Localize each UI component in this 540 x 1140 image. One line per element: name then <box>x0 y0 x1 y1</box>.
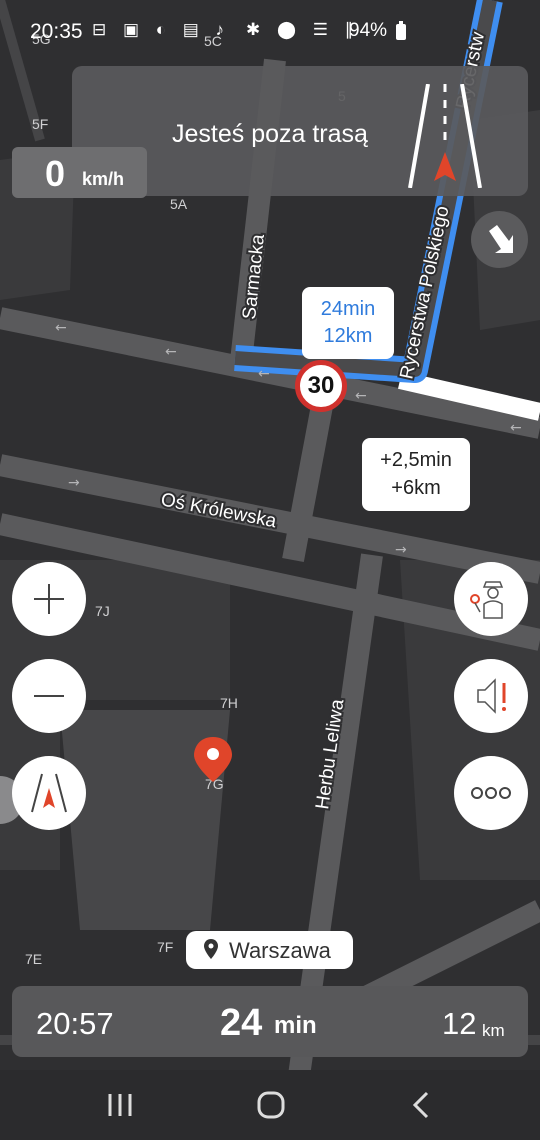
location-pin-icon <box>204 939 218 959</box>
route-distance: 12km <box>323 325 373 347</box>
current-speed: 0 km/h <box>12 147 147 198</box>
route-time: 24min <box>320 298 376 320</box>
zoom-in-icon <box>34 584 64 614</box>
svg-text:←: ← <box>258 366 270 382</box>
police-report-button[interactable] <box>454 562 528 636</box>
building-label: 7H <box>220 695 238 711</box>
notification-icons: ⊟ ▣ ◐ ▤ ♪ <box>92 20 231 39</box>
lane-view-button[interactable] <box>12 756 86 830</box>
svg-text:←: ← <box>165 344 177 360</box>
street-label: Oś Królewska <box>159 489 278 532</box>
alt-route-time: +2,5min <box>380 449 452 471</box>
alt-route-distance: +6km <box>391 477 441 499</box>
battery-level: 94% <box>349 20 388 41</box>
zoom-out-button[interactable] <box>12 659 86 733</box>
zoom-out-icon <box>34 695 64 697</box>
building-label: 7E <box>25 951 42 967</box>
speed-limit-sign: 30 <box>295 360 347 412</box>
lane-guidance-icon <box>408 84 482 188</box>
system-nav-bar <box>0 1070 540 1140</box>
alternative-route-bubble[interactable]: +2,5min +6km <box>362 438 470 511</box>
remaining-duration: 24 <box>220 1002 263 1044</box>
building-label: 7F <box>157 939 173 955</box>
banner-text: Jesteś poza trasą <box>172 120 368 148</box>
location-chip[interactable]: Warszawa <box>186 931 353 969</box>
battery-icon <box>396 21 406 40</box>
recent-apps-icon[interactable] <box>100 1088 140 1122</box>
speed-unit: km/h <box>82 169 125 189</box>
building-label: 5A <box>170 196 188 212</box>
more-options-button[interactable] <box>454 756 528 830</box>
compass-arrow-icon <box>489 225 513 253</box>
building-label: 7J <box>95 603 110 619</box>
svg-text:→: → <box>68 475 80 491</box>
current-route-bubble[interactable]: 24min 12km <box>302 287 394 359</box>
back-icon[interactable] <box>402 1088 442 1122</box>
arrival-time: 20:57 <box>36 1006 114 1041</box>
sound-alert-button[interactable] <box>454 659 528 733</box>
status-time: 20:35 <box>30 20 83 43</box>
location-name: Warszawa <box>229 938 331 963</box>
sound-alert-icon <box>477 678 506 714</box>
connectivity-icons: ✱ ⬤ ☰ ∥ <box>246 20 360 39</box>
home-icon[interactable] <box>251 1088 291 1122</box>
svg-text:←: ← <box>355 388 367 404</box>
lane-view-icon <box>31 773 67 813</box>
building-label: 5F <box>32 116 48 132</box>
remaining-distance: 12 <box>442 1006 477 1041</box>
status-bar: 20:35 ⊟ ▣ ◐ ▤ ♪ ✱ ⬤ ☰ ∥ 94% <box>0 0 540 64</box>
compass-button[interactable] <box>471 211 528 268</box>
svg-text:→: → <box>395 542 407 558</box>
trip-summary-panel[interactable]: 20:57 24 min 12 km <box>12 986 528 1057</box>
speed-value: 0 <box>45 153 66 194</box>
zoom-in-button[interactable] <box>12 562 86 636</box>
svg-text:←: ← <box>55 320 67 336</box>
duration-unit: min <box>274 1012 317 1039</box>
more-icon <box>471 787 511 799</box>
svg-text:←: ← <box>510 420 522 436</box>
distance-unit: km <box>482 1021 505 1040</box>
police-report-icon <box>470 581 504 619</box>
